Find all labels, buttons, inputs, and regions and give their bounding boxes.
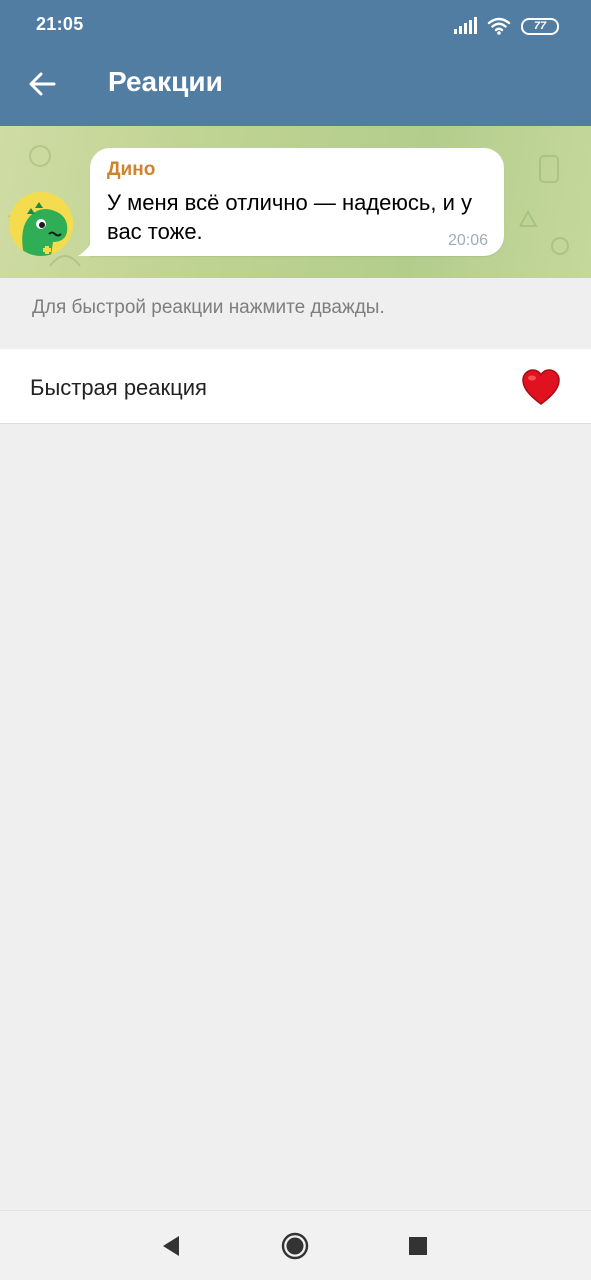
quick-reaction-hint: Для быстрой реакции нажмите дважды. <box>32 297 385 318</box>
quick-reaction-label: Быстрая реакция <box>30 375 207 400</box>
red-heart-icon <box>522 369 560 405</box>
signal-icon <box>454 17 477 34</box>
arrow-left-icon <box>29 72 56 96</box>
system-navigation-bar <box>0 1210 591 1280</box>
circle-home-icon <box>281 1232 309 1260</box>
triangle-back-icon <box>163 1236 179 1256</box>
square-recents-icon <box>409 1237 427 1255</box>
nav-recents-button[interactable] <box>401 1229 435 1263</box>
battery-icon: 77 <box>521 17 559 35</box>
app-header: 21:05 77 Реакции <box>0 0 591 126</box>
nav-home-button[interactable] <box>278 1229 312 1263</box>
page-title: Реакции <box>108 66 223 97</box>
sender-name: Дино <box>107 159 156 180</box>
message-preview: Дино У меня всё отлично — надеюсь, и у в… <box>0 126 591 278</box>
wifi-icon <box>487 17 511 35</box>
battery-level: 77 <box>533 20 547 32</box>
status-icons: 77 <box>453 14 559 38</box>
dino-icon <box>9 192 73 256</box>
sender-avatar <box>9 192 73 256</box>
message-bubble: Дино У меня всё отлично — надеюсь, и у в… <box>90 148 504 256</box>
nav-back-button[interactable] <box>154 1229 188 1263</box>
status-time: 21:05 <box>36 14 84 34</box>
quick-reaction-row[interactable]: Быстрая реакция <box>0 349 591 424</box>
message-time: 20:06 <box>447 232 488 249</box>
message-text: У меня всё отлично — надеюсь, и у вас то… <box>107 190 472 244</box>
back-button[interactable] <box>20 62 64 106</box>
